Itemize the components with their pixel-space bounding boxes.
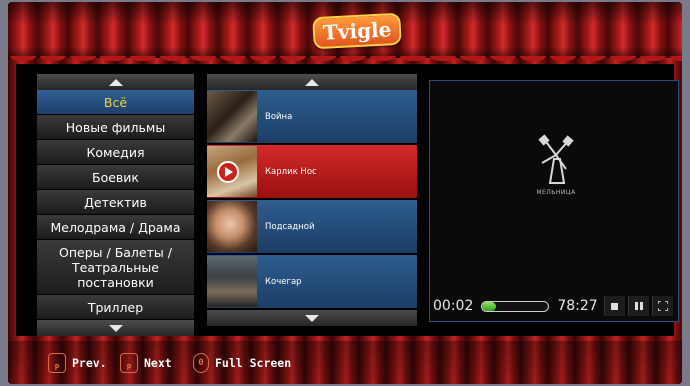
progress-bar[interactable] (481, 300, 550, 312)
fullscreen-button[interactable] (651, 296, 673, 316)
app-logo: Tvigle (310, 12, 404, 50)
film-scroll-up-button[interactable] (207, 74, 417, 90)
category-item-action[interactable]: Боевик (37, 165, 194, 190)
category-item-melodrama[interactable]: Мелодрама / Драма (37, 215, 194, 240)
prev-hint[interactable]: P Prev. (48, 353, 107, 373)
film-thumbnail (207, 146, 257, 197)
film-title: Карлик Нос (265, 166, 317, 177)
arrow-down-icon (108, 324, 123, 332)
film-item[interactable]: Подсадной (207, 200, 417, 255)
fullscreen-icon (657, 301, 668, 311)
studio-caption: МЕЛЬНИЦА (536, 189, 576, 196)
stop-button[interactable] (603, 296, 625, 316)
film-list: Война Карлик Нос Подсадной Кочегар (207, 74, 417, 338)
film-title: Кочегар (265, 276, 302, 287)
duration-time: 78:27 (557, 298, 598, 314)
studio-logo: МЕЛЬНИЦА (534, 133, 578, 203)
category-item-all[interactable]: Всё (37, 90, 194, 115)
film-scroll-down-button[interactable] (207, 310, 417, 326)
next-key-icon: P (120, 353, 138, 373)
logo-text: Tvigle (312, 12, 402, 50)
fullscreen-hint[interactable]: 0 Full Screen (193, 353, 291, 373)
windmill-icon (538, 134, 574, 184)
arrow-up-icon (108, 78, 123, 86)
film-thumbnail (207, 91, 257, 142)
category-item-comedy[interactable]: Комедия (37, 140, 194, 165)
prev-key-icon: P (48, 353, 66, 373)
arrow-down-icon (305, 314, 319, 322)
film-item[interactable]: Кочегар (207, 255, 417, 310)
next-hint[interactable]: P Next (120, 353, 172, 373)
pause-button[interactable] (627, 296, 649, 316)
film-item[interactable]: Война (207, 90, 417, 145)
play-icon (217, 161, 239, 183)
prev-label: Prev. (72, 356, 107, 370)
elapsed-time: 00:02 (433, 298, 474, 314)
category-item-opera[interactable]: Оперы / Балеты / Театральные постановки (37, 240, 194, 295)
category-item-thriller[interactable]: Триллер (37, 295, 194, 320)
video-player[interactable]: МЕЛЬНИЦА 00:02 78:27 (429, 80, 679, 322)
film-title: Подсадной (265, 221, 315, 232)
progress-fill (482, 301, 496, 311)
main-panel: Всё Новые фильмы Комедия Боевик Детектив… (16, 64, 679, 338)
zero-key-icon: 0 (193, 353, 209, 373)
film-item-selected[interactable]: Карлик Нос (207, 145, 417, 200)
film-thumbnail (207, 201, 257, 252)
film-title: Война (265, 111, 293, 122)
category-item-new-films[interactable]: Новые фильмы (37, 115, 194, 140)
stop-icon (611, 302, 619, 310)
category-scroll-down-button[interactable] (37, 320, 194, 336)
next-label: Next (144, 356, 172, 370)
curtain-header: Tvigle (8, 2, 682, 62)
pause-icon (634, 302, 643, 310)
arrow-up-icon (305, 78, 319, 86)
footer-hints: P Prev. P Next 0 Full Screen (8, 341, 682, 384)
category-list: Всё Новые фильмы Комедия Боевик Детектив… (37, 74, 194, 338)
category-scroll-up-button[interactable] (37, 74, 194, 90)
category-item-detective[interactable]: Детектив (37, 190, 194, 215)
film-thumbnail (207, 256, 257, 307)
tv-app-frame: Tvigle Всё Новые фильмы Комедия Боевик Д… (8, 2, 682, 384)
fullscreen-label: Full Screen (215, 356, 292, 370)
player-controls: 00:02 78:27 (430, 291, 678, 321)
